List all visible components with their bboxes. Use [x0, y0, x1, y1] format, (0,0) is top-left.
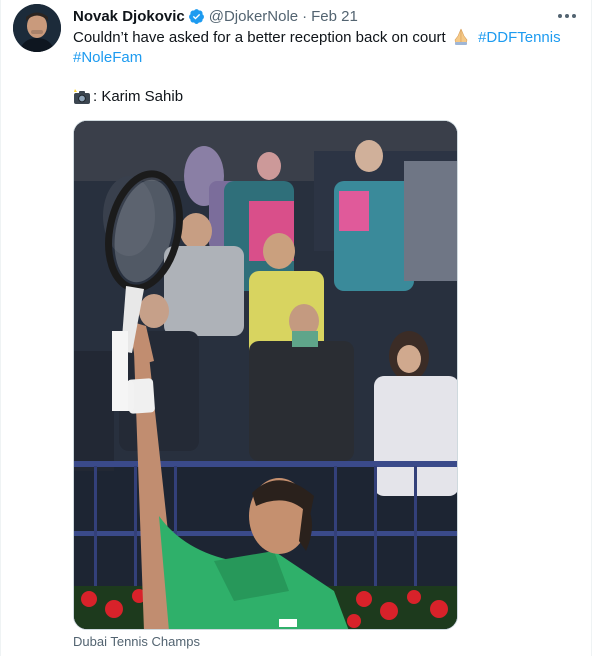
author-name[interactable]: Novak Djokovic	[73, 8, 185, 25]
photo-credit: : Karim Sahib	[73, 87, 183, 107]
author-avatar[interactable]	[13, 4, 61, 52]
media-source-label[interactable]: Dubai Tennis Champs	[73, 634, 200, 649]
tweet-date[interactable]: Feb 21	[311, 8, 358, 25]
tweet-card[interactable]: Novak Djokovic @DjokerNole · Feb 21 Coul…	[0, 0, 592, 656]
tweet-header: Novak Djokovic @DjokerNole · Feb 21	[73, 6, 579, 26]
photo-djokovic-celebrating	[74, 121, 457, 629]
tweet-text: Couldn’t have asked for a better recepti…	[73, 28, 579, 68]
author-handle[interactable]: @DjokerNole	[209, 8, 298, 25]
avatar-image	[13, 4, 61, 52]
hashtag-nolefam[interactable]: #NoleFam	[73, 49, 142, 66]
camera-flash-emoji	[74, 89, 90, 104]
tweet-photo[interactable]	[73, 120, 458, 630]
more-options-icon[interactable]	[555, 4, 579, 28]
hashtag-ddftennis[interactable]: #DDFTennis	[478, 29, 561, 46]
tweet-text-main: Couldn’t have asked for a better recepti…	[73, 29, 446, 46]
verified-badge-icon	[188, 8, 204, 24]
photo-credit-text: : Karim Sahib	[93, 88, 184, 105]
separator-dot: ·	[302, 7, 308, 25]
folded-hands-emoji	[454, 28, 468, 45]
